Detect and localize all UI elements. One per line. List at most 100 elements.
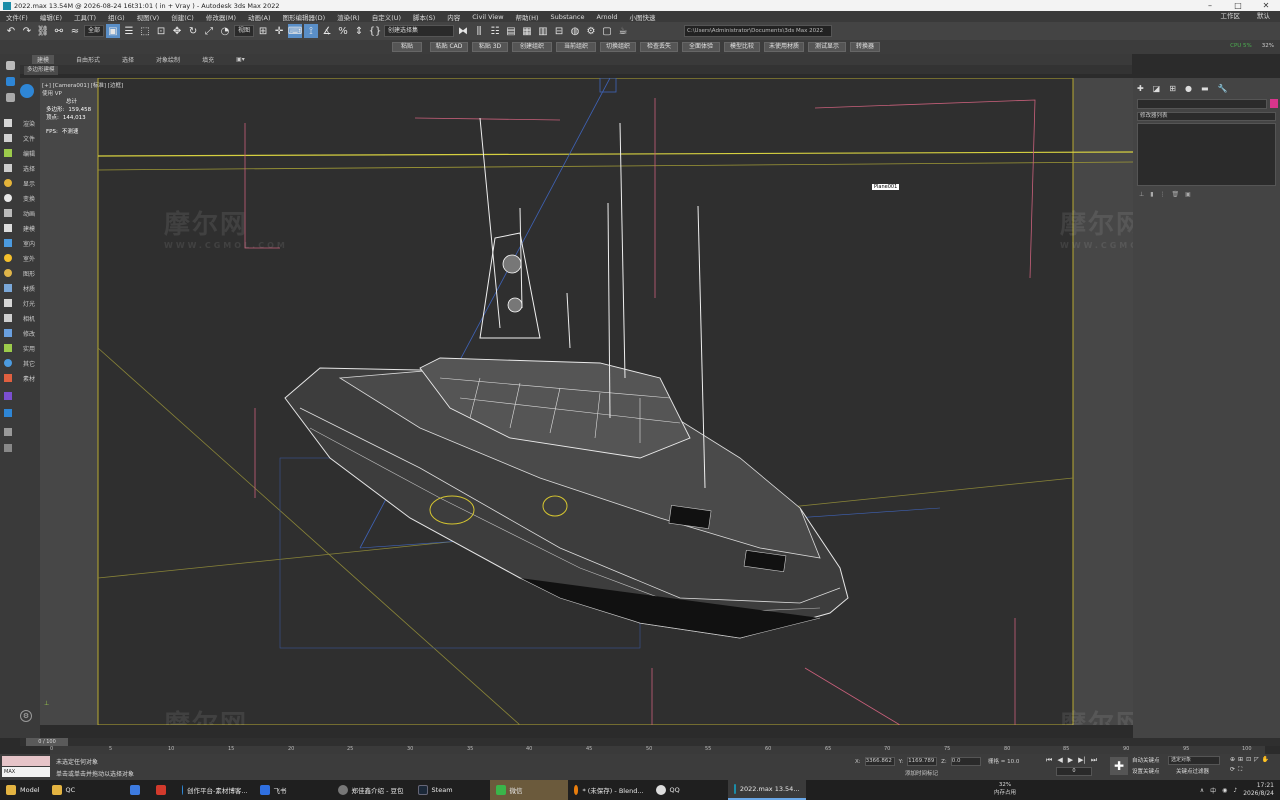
show-end-result-icon[interactable]: ▮ bbox=[1150, 191, 1153, 198]
maxscript-listener-mini[interactable] bbox=[2, 756, 50, 766]
maximize-viewport-icon[interactable]: ⛶ bbox=[1238, 766, 1242, 774]
taskbar-qq[interactable]: QQ bbox=[650, 780, 728, 800]
snaps-toggle-icon[interactable]: ⟟ bbox=[304, 24, 319, 38]
pivot-icon[interactable]: ⊞ bbox=[256, 24, 270, 38]
ribbon-paste-button[interactable]: 粘贴 bbox=[392, 42, 422, 52]
bind-spacewarp-icon[interactable]: ≈ bbox=[68, 24, 82, 38]
curve-editor-icon[interactable]: ▥ bbox=[536, 24, 550, 38]
plugin-a-icon[interactable] bbox=[4, 392, 12, 400]
render-frame-icon[interactable]: ▢ bbox=[600, 24, 614, 38]
tab-polygon-modeling[interactable]: 多边形建模 bbox=[24, 66, 58, 75]
tab-populate[interactable]: 填充 bbox=[202, 55, 214, 64]
menu-graph-editors[interactable]: 图形编辑器(D) bbox=[283, 12, 326, 22]
ime-icon[interactable]: 中 bbox=[1210, 786, 1216, 795]
plugin-c-icon[interactable] bbox=[4, 428, 12, 436]
select-by-name-icon[interactable]: ☰ bbox=[122, 24, 136, 38]
menu-content[interactable]: 内容 bbox=[447, 12, 460, 22]
go-to-end-icon[interactable]: ⏭ bbox=[1091, 756, 1097, 765]
menu-modifiers[interactable]: 修改器(M) bbox=[206, 12, 236, 22]
tray-chevron-icon[interactable]: ∧ bbox=[1200, 787, 1204, 794]
taskbar-steam[interactable]: Steam bbox=[412, 780, 490, 800]
scene-explorer-icon[interactable]: ▤ bbox=[504, 24, 518, 38]
object-color-swatch[interactable] bbox=[1270, 99, 1278, 108]
taskbar-3dsmax[interactable]: 2022.max 13.54... bbox=[727, 780, 806, 800]
close-button[interactable]: ✕ bbox=[1252, 0, 1280, 11]
taskbar-app-blue[interactable] bbox=[124, 780, 150, 800]
viewport-grid-icon[interactable] bbox=[1, 90, 19, 104]
modifier-list-dropdown[interactable]: 修改器列表 bbox=[1137, 112, 1276, 121]
selection-filter-select[interactable]: 全部 bbox=[84, 25, 105, 37]
menu-group[interactable]: 组(G) bbox=[108, 12, 125, 22]
taskbar-wechat[interactable]: 微信 bbox=[489, 780, 568, 800]
menu-views[interactable]: 视图(V) bbox=[137, 12, 160, 22]
zoom-all-icon[interactable]: ⊞ bbox=[1238, 756, 1243, 763]
viewport-label-line1[interactable]: [+] [Camera001] [标准] [边框] bbox=[42, 82, 123, 90]
schematic-view-icon[interactable]: ⊟ bbox=[552, 24, 566, 38]
material-editor-icon[interactable]: ◍ bbox=[568, 24, 582, 38]
pin-stack-icon[interactable]: ⊥ bbox=[1139, 191, 1144, 198]
taskbar-edge[interactable]: 创作平台-素材博客... bbox=[176, 780, 254, 800]
menu-create[interactable]: 创建(C) bbox=[171, 12, 194, 22]
ribbon-paste-cad-button[interactable]: 粘贴 CAD bbox=[430, 42, 468, 52]
rotate-icon[interactable]: ↻ bbox=[186, 24, 200, 38]
zoom-icon[interactable]: ⊕ bbox=[1230, 756, 1235, 763]
z-coordinate-field[interactable]: 0.0 bbox=[950, 757, 981, 766]
time-slider-thumb[interactable]: 0 / 100 bbox=[26, 738, 68, 746]
make-unique-icon[interactable]: ⋮ bbox=[1160, 191, 1166, 198]
plugin-b-icon[interactable] bbox=[4, 409, 12, 417]
add-time-tag[interactable]: 添加时间标记 bbox=[905, 769, 938, 777]
menu-scripting[interactable]: 脚本(S) bbox=[413, 12, 435, 22]
set-key-big-icon[interactable]: ✚ bbox=[1110, 757, 1128, 775]
edit-named-selection-icon[interactable]: {} bbox=[368, 24, 382, 38]
zoom-extents-icon[interactable]: ⊡ bbox=[1246, 756, 1251, 763]
taskbar-folder-qc[interactable]: QC bbox=[46, 780, 124, 800]
ribbon-test-display-button[interactable]: 测试显示 bbox=[808, 42, 846, 52]
scene-icon[interactable] bbox=[1, 74, 19, 88]
settings-gear-icon[interactable]: ⚙ bbox=[20, 710, 32, 722]
ribbon-current-org-button[interactable]: 当前组织 bbox=[556, 42, 596, 52]
menu-substance[interactable]: Substance bbox=[551, 13, 585, 21]
spinner-snap-icon[interactable]: ⇕ bbox=[352, 24, 366, 38]
tab-selection[interactable]: 选择 bbox=[122, 55, 134, 64]
taskbar-app-wps[interactable] bbox=[150, 780, 176, 800]
mirror-icon[interactable]: ⧓ bbox=[456, 24, 470, 38]
unlink-icon[interactable]: ⚯ bbox=[52, 24, 66, 38]
render-setup-icon[interactable]: ⚙ bbox=[584, 24, 598, 38]
tab-modeling[interactable]: 建模 bbox=[32, 55, 55, 64]
ribbon-create-org-button[interactable]: 创建组织 bbox=[512, 42, 552, 52]
ribbon-experience-button[interactable]: 全面体验 bbox=[682, 42, 720, 52]
go-to-start-icon[interactable]: ⏮ bbox=[1046, 756, 1052, 765]
menu-civil-view[interactable]: Civil View bbox=[472, 13, 503, 21]
viewport-label[interactable]: [+] [Camera001] [标准] [边框] 使用 VP bbox=[42, 82, 123, 98]
display-tab-icon[interactable]: ▬ bbox=[1201, 84, 1209, 93]
maximize-button[interactable]: □ bbox=[1224, 0, 1252, 11]
volume-icon[interactable]: ♪ bbox=[1233, 787, 1237, 794]
y-coordinate-field[interactable]: 1169.789 bbox=[907, 757, 938, 766]
redo-icon[interactable]: ↷ bbox=[20, 24, 34, 38]
link-icon[interactable]: ⛓ bbox=[36, 24, 50, 38]
align-icon[interactable]: ⫼ bbox=[472, 24, 486, 38]
select-object-icon[interactable]: ▣ bbox=[106, 24, 121, 38]
reference-coordinate-select[interactable]: 视图 bbox=[234, 25, 255, 37]
place-icon[interactable]: ◔ bbox=[218, 24, 232, 38]
region-select-icon[interactable]: ⬚ bbox=[138, 24, 152, 38]
create-tab-icon[interactable]: ✚ bbox=[1137, 84, 1144, 93]
key-filters-button[interactable]: 关键点过滤器 bbox=[1176, 767, 1209, 775]
modifier-stack[interactable] bbox=[1137, 123, 1276, 186]
pan-icon[interactable]: ✋ bbox=[1262, 756, 1269, 763]
menu-edit[interactable]: 编辑(E) bbox=[40, 12, 62, 22]
taskbar-doubao[interactable]: 郑佳鑫介绍 - 豆包 bbox=[332, 780, 412, 800]
track-bar[interactable]: 0 5 10 15 20 25 30 35 40 45 50 55 60 65 … bbox=[50, 746, 1265, 754]
menu-animation[interactable]: 动画(A) bbox=[248, 12, 271, 22]
next-frame-icon[interactable]: ▶| bbox=[1078, 756, 1086, 765]
play-icon[interactable]: ▶ bbox=[1068, 756, 1073, 765]
tab-object-paint[interactable]: 对象绘制 bbox=[156, 55, 180, 64]
menu-rendering[interactable]: 渲染(R) bbox=[337, 12, 360, 22]
maxscript-input[interactable]: MAX bbox=[2, 767, 50, 777]
menu-help[interactable]: 帮助(H) bbox=[516, 12, 539, 22]
utilities-tab-icon[interactable]: 🔧 bbox=[1218, 84, 1228, 93]
percent-snap-icon[interactable]: % bbox=[336, 24, 350, 38]
tab-freeform[interactable]: 自由形式 bbox=[76, 55, 100, 64]
hierarchy-tab-icon[interactable]: ⊞ bbox=[1169, 84, 1176, 93]
modify-tab-icon[interactable]: ◪ bbox=[1153, 84, 1161, 93]
